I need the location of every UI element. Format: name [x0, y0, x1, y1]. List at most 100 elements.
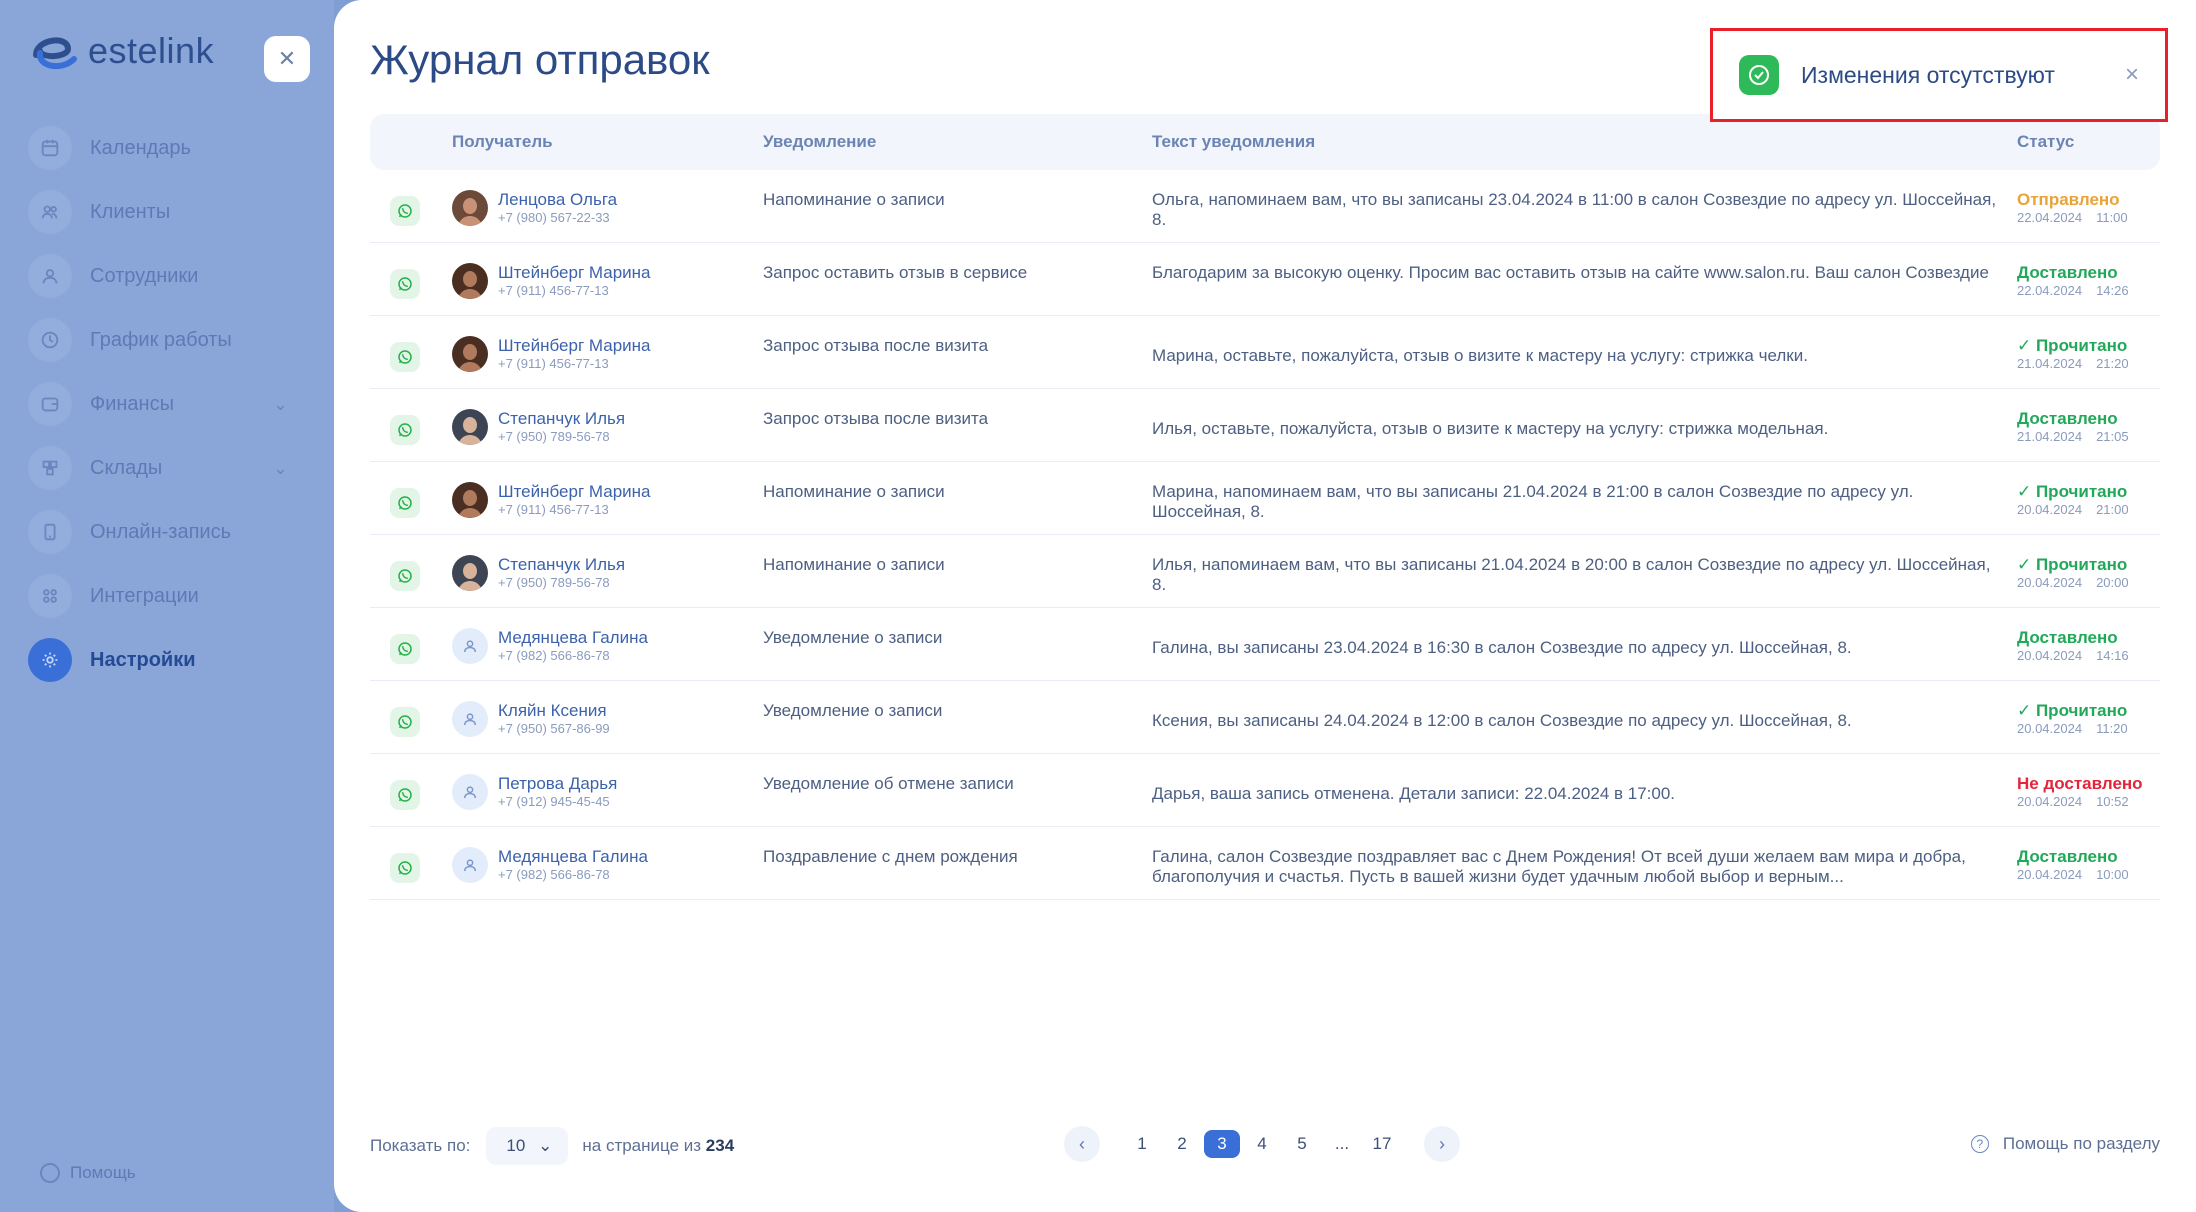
recipient-name[interactable]: Ленцова Ольга: [498, 190, 617, 210]
staff-icon: [28, 254, 72, 298]
table-footer: Показать по: 10 ⌄ на странице из 234 ‹ 1…: [370, 1126, 2160, 1166]
logo[interactable]: estelink: [28, 26, 214, 76]
recipient-cell: Кляйн Ксения +7 (950) 567-86-99: [452, 701, 763, 737]
header-text[interactable]: Текст уведомления: [1152, 132, 2017, 152]
recipient-name[interactable]: Штейнберг Марина: [498, 482, 651, 502]
avatar-placeholder-icon: [452, 774, 488, 810]
table-row[interactable]: Медянцева Галина +7 (982) 566-86-78 Поздра…: [370, 827, 2160, 900]
chevron-down-icon: ⌄: [538, 1136, 553, 1155]
avatar: [452, 336, 488, 372]
table-row[interactable]: Ленцова Ольга +7 (980) 567-22-33 Напоминан…: [370, 170, 2160, 243]
per-page-select[interactable]: 10 ⌄: [486, 1127, 569, 1165]
table-row[interactable]: Медянцева Галина +7 (982) 566-86-78 Уведом…: [370, 608, 2160, 681]
sidebar-item-integrations[interactable]: Интеграции: [28, 564, 288, 628]
status-date: 22.04.2024: [2017, 210, 2083, 225]
status-datetime: 20.04.2024 10:52: [2017, 794, 2160, 810]
sidebar-item-label: Клиенты: [90, 200, 171, 223]
table-row[interactable]: Петрова Дарья +7 (912) 945-45-45 Уведомлен…: [370, 754, 2160, 827]
notification-text: Марина, оставьте, пожалуйста, отзыв о ви…: [1152, 346, 1808, 365]
recipient-cell: Ленцова Ольга +7 (980) 567-22-33: [452, 190, 763, 226]
section-help-link[interactable]: ? Помощь по разделу: [1970, 1134, 2160, 1154]
recipient-cell: Медянцева Галина +7 (982) 566-86-78: [452, 847, 763, 883]
channel-cell: [370, 190, 452, 226]
status-date: 20.04.2024: [2017, 502, 2083, 517]
whatsapp-icon: [390, 561, 420, 591]
close-icon: ✕: [277, 46, 297, 71]
avatar: [452, 482, 488, 518]
sidebar-item-label: Настройки: [90, 648, 196, 671]
next-page-button[interactable]: ›: [1424, 1126, 1460, 1162]
status-datetime: 20.04.2024 20:00: [2017, 575, 2160, 591]
page-button[interactable]: 3: [1204, 1130, 1240, 1158]
sidebar-item-calendar[interactable]: Календарь: [28, 116, 288, 180]
recipient-name[interactable]: Медянцева Галина: [498, 847, 648, 867]
table-row[interactable]: Кляйн Ксения +7 (950) 567-86-99 Уведомлени…: [370, 681, 2160, 754]
page-button[interactable]: 17: [1364, 1130, 1400, 1158]
sidebar-item-staff[interactable]: Сотрудники: [28, 244, 288, 308]
status-badge: ✓ Прочитано: [2017, 555, 2128, 574]
status-time: 21:20: [2096, 356, 2129, 371]
chevron-down-icon[interactable]: ⌄: [273, 394, 288, 415]
sidebar-item-schedule[interactable]: График работы: [28, 308, 288, 372]
notification-text: Ксения, вы записаны 24.04.2024 в 12:00 в…: [1152, 711, 1852, 730]
header-notification[interactable]: Уведомление: [763, 132, 1152, 152]
status-time: 11:00: [2096, 210, 2128, 225]
help-link[interactable]: Помощь: [40, 1163, 136, 1183]
sidebar-item-settings[interactable]: Настройки: [28, 628, 288, 692]
whatsapp-icon: [390, 415, 420, 445]
header-status[interactable]: Статус: [2017, 132, 2160, 152]
recipient-name[interactable]: Штейнберг Марина: [498, 263, 651, 283]
header-recipient[interactable]: Получатель: [452, 132, 763, 152]
notification-text: Илья, напоминаем вам, что вы записаны 21…: [1152, 555, 1991, 594]
page-button[interactable]: 2: [1164, 1130, 1200, 1158]
sidebar-item-label: Интеграции: [90, 584, 199, 607]
table-row[interactable]: Штейнберг Марина +7 (911) 456-77-13 Напоми…: [370, 462, 2160, 535]
recipient-phone: +7 (950) 567-86-99: [498, 721, 610, 736]
status-date: 20.04.2024: [2017, 575, 2083, 590]
table-row[interactable]: Степанчук Илья +7 (950) 789-56-78 Напомина…: [370, 535, 2160, 608]
prev-page-button[interactable]: ‹: [1064, 1126, 1100, 1162]
recipient-name[interactable]: Штейнберг Марина: [498, 336, 651, 356]
status-cell: Не доставлено 20.04.2024 10:52: [2017, 774, 2160, 810]
status-cell: Доставлено 22.04.2024 14:26: [2017, 263, 2160, 299]
status-date: 20.04.2024: [2017, 794, 2083, 809]
channel-cell: [370, 847, 452, 883]
status-badge: Отправлено: [2017, 190, 2120, 209]
notification-text: Марина, напоминаем вам, что вы записаны …: [1152, 482, 1914, 521]
sidebar-item-clients[interactable]: Клиенты: [28, 180, 288, 244]
recipient-cell: Штейнберг Марина +7 (911) 456-77-13: [452, 336, 763, 372]
status-date: 20.04.2024: [2017, 867, 2083, 882]
recipient-phone: +7 (911) 456-77-13: [498, 283, 609, 298]
notification-type: Поздравление с днем рождения: [763, 847, 1018, 866]
status-cell: Доставлено 21.04.2024 21:05: [2017, 409, 2160, 445]
recipient-name[interactable]: Медянцева Галина: [498, 628, 648, 648]
sidebar-item-finance[interactable]: Финансы ⌄: [28, 372, 288, 436]
recipient-name[interactable]: Кляйн Ксения: [498, 701, 610, 721]
recipient-phone: +7 (911) 456-77-13: [498, 356, 609, 371]
toast-notification: Изменения отсутствуют ×: [1710, 28, 2168, 122]
table-row[interactable]: Степанчук Илья +7 (950) 789-56-78 Запрос о…: [370, 389, 2160, 462]
close-sidebar-button[interactable]: ✕: [264, 36, 310, 82]
chevron-down-icon[interactable]: ⌄: [273, 458, 288, 479]
page-button[interactable]: 1: [1124, 1130, 1160, 1158]
avatar: [452, 190, 488, 226]
sidebar-item-warehouses[interactable]: Склады ⌄: [28, 436, 288, 500]
sidebar-menu: Календарь Клиенты Сотрудники График рабо…: [28, 116, 288, 692]
recipient-cell: Степанчук Илья +7 (950) 789-56-78: [452, 409, 763, 445]
page-button[interactable]: 5: [1284, 1130, 1320, 1158]
whatsapp-icon: [390, 269, 420, 299]
page-button[interactable]: 4: [1244, 1130, 1280, 1158]
phone-icon: [28, 510, 72, 554]
status-badge: Доставлено: [2017, 409, 2118, 428]
sidebar-item-label: Финансы: [90, 392, 174, 415]
sidebar-item-online-booking[interactable]: Онлайн-запись: [28, 500, 288, 564]
table-row[interactable]: Штейнберг Марина +7 (911) 456-77-13 Запрос…: [370, 243, 2160, 316]
recipient-name[interactable]: Степанчук Илья: [498, 409, 625, 429]
table-row[interactable]: Штейнберг Марина +7 (911) 456-77-13 Запрос…: [370, 316, 2160, 389]
logo-mark-icon: [28, 29, 80, 73]
logo-text: estelink: [88, 30, 215, 71]
recipient-name[interactable]: Степанчук Илья: [498, 555, 625, 575]
toast-close-button[interactable]: ×: [2125, 61, 2139, 89]
channel-cell: [370, 701, 452, 737]
recipient-name[interactable]: Петрова Дарья: [498, 774, 617, 794]
